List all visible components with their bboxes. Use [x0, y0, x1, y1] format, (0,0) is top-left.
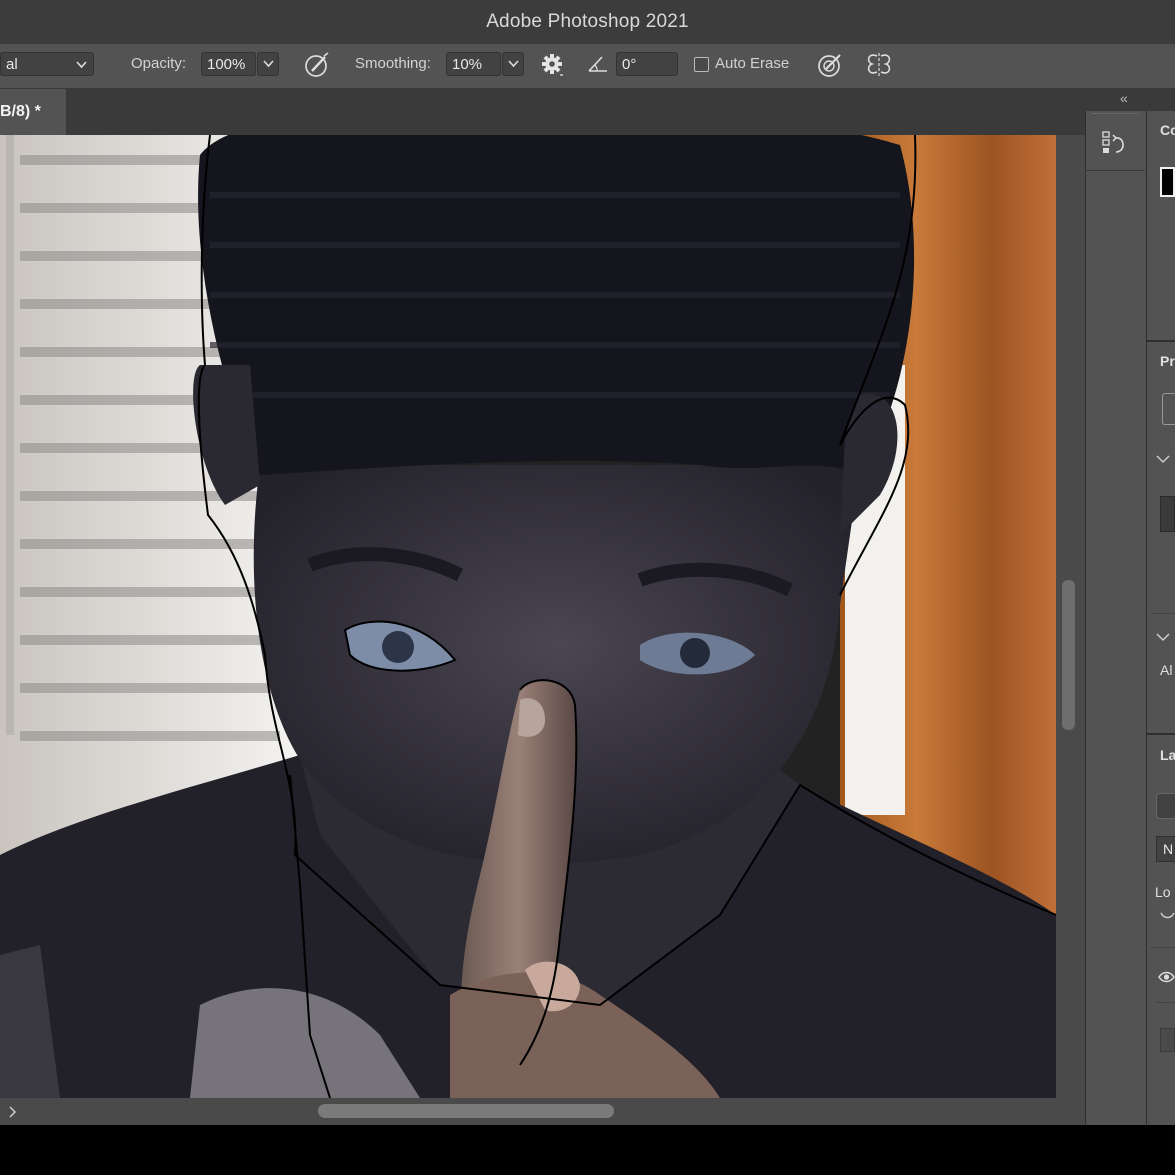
- photo-image: [0, 135, 1056, 1098]
- opacity-input[interactable]: 100%: [201, 52, 256, 76]
- opacity-label: Opacity:: [131, 55, 187, 72]
- layer-row-divider: [1156, 1002, 1175, 1003]
- angle-input[interactable]: 0°: [616, 52, 678, 76]
- document-tab[interactable]: B/8) *: [0, 89, 66, 135]
- document-tab-label: B/8) *: [0, 103, 41, 120]
- gear-icon[interactable]: [540, 52, 566, 78]
- layer-thumbnail-icon: [1162, 393, 1175, 425]
- mode-select[interactable]: al: [0, 52, 94, 76]
- chevron-down-icon[interactable]: [1156, 455, 1170, 465]
- history-icon[interactable]: [1100, 128, 1128, 158]
- chevron-right-icon[interactable]: [9, 1106, 17, 1118]
- title-bar: Adobe Photoshop 2021: [0, 0, 1175, 45]
- strip-divider: [1085, 170, 1145, 171]
- smoothing-value: 10%: [452, 56, 483, 73]
- blend-mode-select[interactable]: N: [1156, 836, 1175, 862]
- smoothing-input[interactable]: 10%: [446, 52, 501, 76]
- grip-handle[interactable]: [1092, 113, 1138, 117]
- chevron-down-icon: [263, 60, 274, 68]
- angle-icon: [588, 56, 607, 72]
- opacity-value: 100%: [207, 56, 246, 73]
- collapse-icon[interactable]: «: [1120, 90, 1128, 106]
- color-panel-title[interactable]: Co: [1160, 122, 1175, 138]
- vertical-scrollbar[interactable]: [1062, 580, 1075, 730]
- auto-erase-checkbox[interactable]: [694, 57, 709, 72]
- section-divider: [1150, 947, 1175, 948]
- layer-row[interactable]: [1160, 1028, 1175, 1052]
- lock-label: Lo: [1155, 884, 1171, 900]
- panel-divider: [1146, 340, 1175, 342]
- airbrush-pressure-icon[interactable]: [303, 51, 331, 79]
- lock-transparency-icon[interactable]: [1160, 911, 1175, 921]
- canvas[interactable]: [0, 135, 1056, 1098]
- panel-collapse-bar[interactable]: «: [1085, 89, 1175, 111]
- properties-panel-title[interactable]: Pr: [1160, 353, 1175, 369]
- panel-dock-strip: [1085, 89, 1146, 1125]
- mode-value: al: [6, 56, 18, 73]
- align-label: Al: [1160, 662, 1173, 678]
- layers-panel-title[interactable]: La: [1160, 747, 1175, 763]
- panel-divider: [1146, 733, 1175, 735]
- smoothing-label: Smoothing:: [355, 55, 431, 72]
- blend-mode-value: N: [1163, 841, 1174, 857]
- chevron-down-icon[interactable]: [1156, 633, 1170, 643]
- size-pressure-icon[interactable]: [816, 51, 844, 79]
- auto-erase-label[interactable]: Auto Erase: [715, 55, 789, 72]
- section-divider: [1150, 613, 1175, 614]
- angle-value: 0°: [622, 56, 637, 73]
- foreground-color-swatch[interactable]: [1160, 167, 1175, 197]
- opacity-dropdown[interactable]: [257, 52, 279, 76]
- transform-control[interactable]: [1160, 496, 1175, 532]
- layer-filter-select[interactable]: [1156, 793, 1175, 819]
- horizontal-scrollbar[interactable]: [318, 1104, 614, 1118]
- document-tab-bar: [0, 89, 1085, 135]
- letterbox-bar: [0, 1125, 1175, 1175]
- symmetry-icon[interactable]: [864, 50, 894, 80]
- window-title: Adobe Photoshop 2021: [486, 11, 689, 32]
- chevron-down-icon: [508, 60, 519, 68]
- eye-icon[interactable]: [1158, 970, 1175, 984]
- chevron-down-icon: [76, 61, 87, 69]
- smoothing-dropdown[interactable]: [502, 52, 524, 76]
